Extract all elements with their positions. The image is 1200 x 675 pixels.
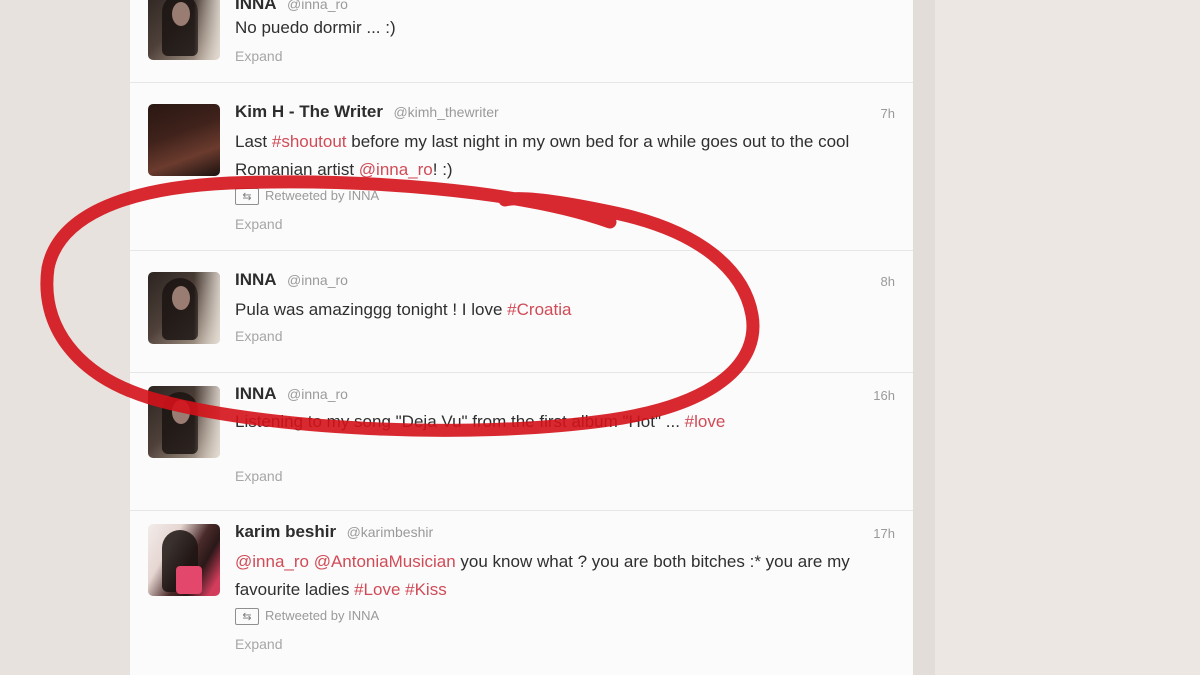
expand-link[interactable]: Expand	[235, 48, 282, 64]
avatar-light	[194, 272, 220, 344]
avatar[interactable]	[148, 0, 220, 60]
tweet-item[interactable]: Kim H - The Writer @kimh_thewriter 7h La…	[130, 82, 913, 251]
user-name[interactable]: karim beshir	[235, 522, 336, 541]
expand-link[interactable]: Expand	[235, 636, 282, 652]
user-name[interactable]: INNA	[235, 270, 277, 289]
tweet-timeline: INNA @inna_ro No puedo dormir ... :) Exp…	[130, 0, 913, 675]
hashtag-link[interactable]: #love	[685, 412, 726, 431]
retweeted-by: Retweeted by INNA	[265, 188, 380, 203]
avatar-face	[172, 400, 190, 424]
retweet-info: ⇆ Retweeted by INNA	[235, 608, 380, 626]
tweet-text-segment: ! :)	[432, 160, 453, 179]
user-handle[interactable]: @kimh_thewriter	[393, 104, 498, 120]
user-handle[interactable]: @inna_ro	[287, 272, 348, 288]
tweet-text-segment: Pula was amazinggg tonight ! I love	[235, 300, 508, 319]
tweet-text-segment: No puedo dormir ... :)	[235, 18, 396, 37]
expand-link[interactable]: Expand	[235, 216, 282, 232]
tweet-text: Pula was amazinggg tonight ! I love #Cro…	[235, 296, 895, 324]
user-name[interactable]: Kim H - The Writer	[235, 102, 383, 121]
user-handle[interactable]: @inna_ro	[287, 0, 348, 12]
user-name[interactable]: INNA	[235, 0, 277, 13]
mention-link[interactable]: @inna_ro	[359, 160, 433, 179]
tweet-item[interactable]: karim beshir @karimbeshir 17h @inna_ro @…	[130, 510, 913, 675]
right-shadow-strip	[913, 0, 935, 675]
retweeted-by: Retweeted by INNA	[265, 608, 380, 623]
tweet-item[interactable]: INNA @inna_ro No puedo dormir ... :) Exp…	[130, 0, 913, 83]
tweet-text: @inna_ro @AntoniaMusician you know what …	[235, 548, 895, 604]
tweet-item[interactable]: INNA @inna_ro 8h Pula was amazinggg toni…	[130, 250, 913, 373]
tweet-header: karim beshir @karimbeshir	[235, 522, 433, 544]
avatar-light	[194, 386, 220, 458]
tweet-text: Listening to my song "Deja Vu" from the …	[235, 408, 895, 436]
left-background	[0, 0, 130, 675]
user-handle[interactable]: @inna_ro	[287, 386, 348, 402]
expand-link[interactable]: Expand	[235, 328, 282, 344]
tweet-header: INNA @inna_ro	[235, 270, 348, 292]
tweet-time[interactable]: 7h	[881, 106, 895, 121]
hashtag-link[interactable]: #shoutout	[272, 132, 347, 151]
tweet-text: Last #shoutout before my last night in m…	[235, 128, 895, 184]
expand-link[interactable]: Expand	[235, 468, 282, 484]
tweet-header: Kim H - The Writer @kimh_thewriter	[235, 102, 499, 124]
avatar-face	[172, 286, 190, 310]
hashtag-link[interactable]: #Love	[354, 580, 400, 599]
tweet-text-segment: Listening to my song "Deja Vu" from the …	[235, 412, 685, 431]
tweet-time[interactable]: 16h	[873, 388, 895, 403]
tweet-time[interactable]: 17h	[873, 526, 895, 541]
mention-link[interactable]: @inna_ro	[235, 552, 309, 571]
tweet-text-segment: Last	[235, 132, 272, 151]
avatar[interactable]	[148, 272, 220, 344]
mention-link[interactable]: @AntoniaMusician	[314, 552, 456, 571]
hashtag-link[interactable]: #Kiss	[405, 580, 447, 599]
avatar-shirt	[176, 566, 202, 594]
hashtag-link[interactable]: #Croatia	[507, 300, 571, 319]
tweet-text: No puedo dormir ... :)	[235, 14, 895, 42]
user-name[interactable]: INNA	[235, 384, 277, 403]
tweet-item[interactable]: INNA @inna_ro 16h Listening to my song "…	[130, 372, 913, 511]
user-handle[interactable]: @karimbeshir	[347, 524, 434, 540]
avatar[interactable]	[148, 524, 220, 596]
retweet-info: ⇆ Retweeted by INNA	[235, 188, 380, 206]
retweet-icon: ⇆	[235, 608, 259, 626]
tweet-time[interactable]: 8h	[881, 274, 895, 289]
avatar[interactable]	[148, 386, 220, 458]
avatar-face	[172, 2, 190, 26]
retweet-icon: ⇆	[235, 188, 259, 206]
avatar[interactable]	[148, 104, 220, 176]
right-background	[913, 0, 1200, 675]
avatar-light	[194, 0, 220, 60]
tweet-header: INNA @inna_ro	[235, 384, 348, 406]
